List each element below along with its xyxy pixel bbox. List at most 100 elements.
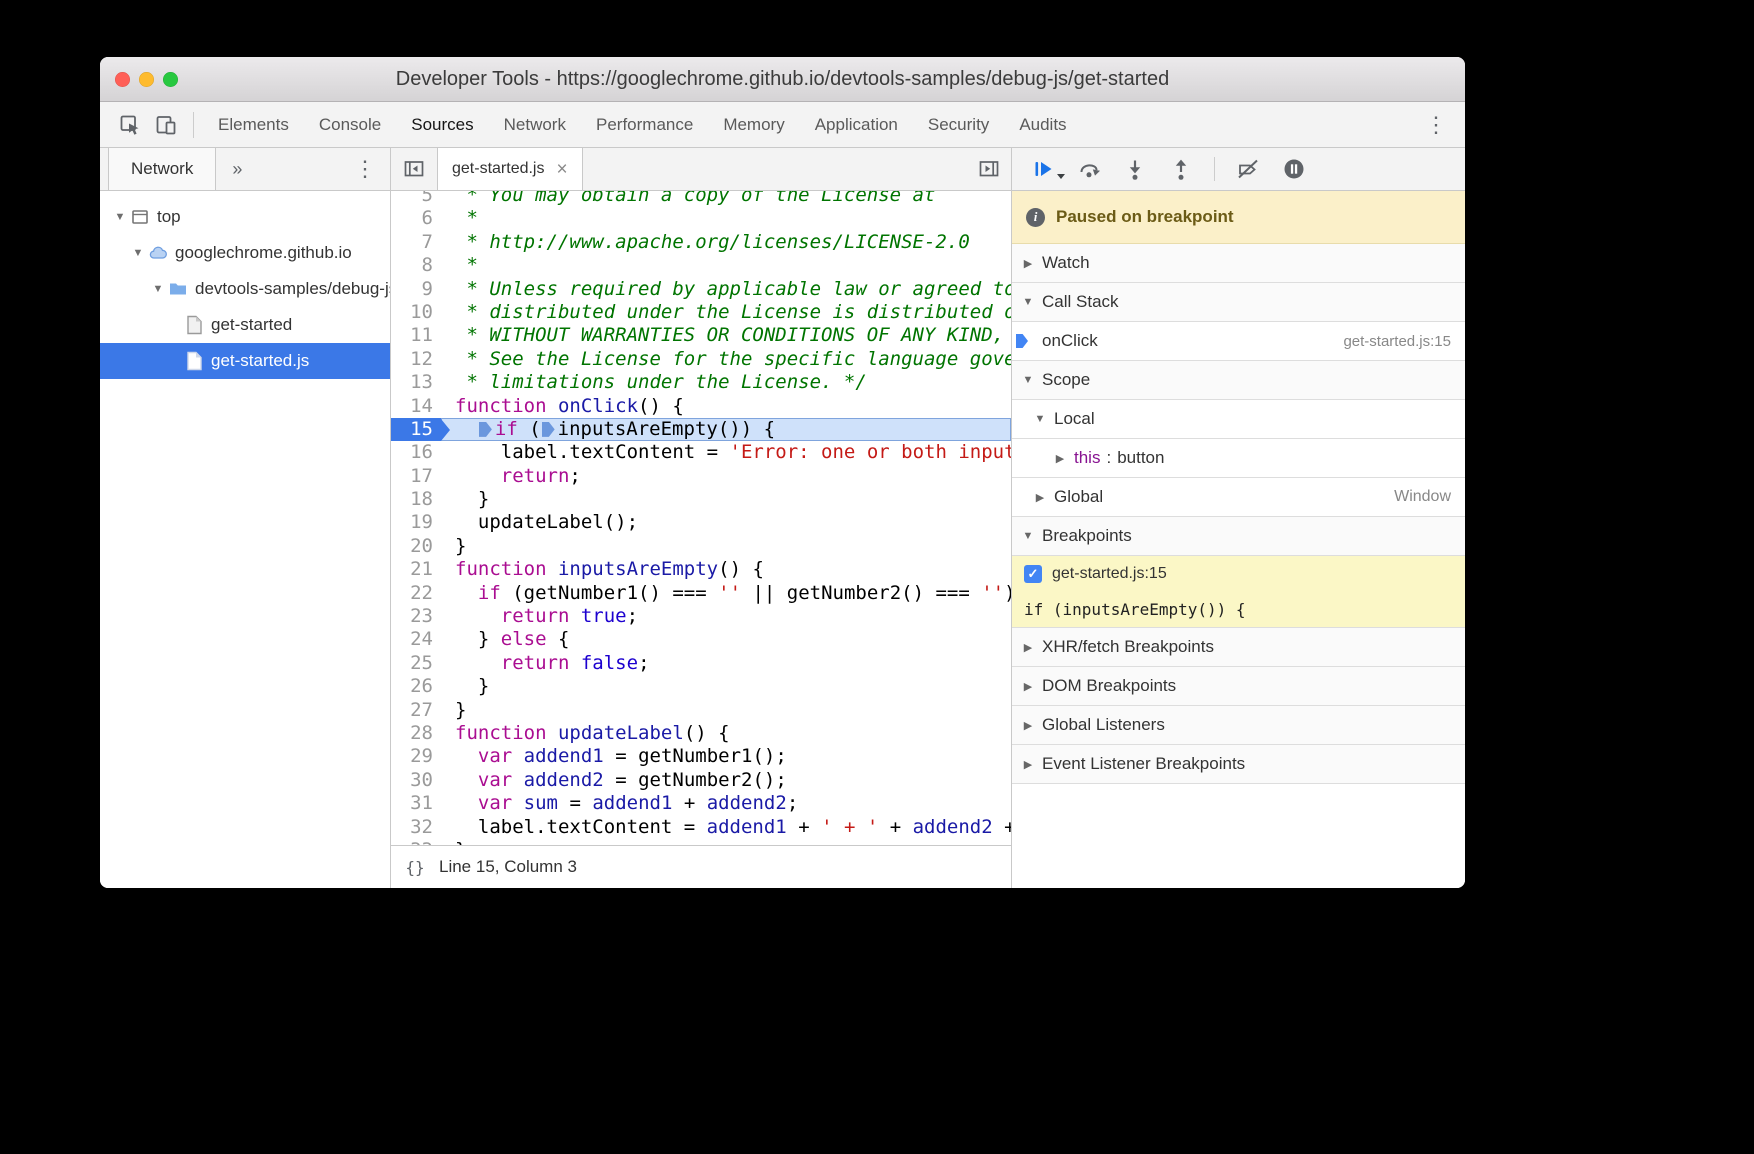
- expand-arrow-icon[interactable]: ▼: [150, 283, 166, 295]
- expand-arrow-icon[interactable]: ▼: [112, 211, 128, 223]
- line-number[interactable]: 25: [391, 652, 441, 675]
- code-line[interactable]: var addend2 = getNumber2();: [441, 769, 1011, 792]
- code-line[interactable]: label.textContent = addend1 + ' + ' + ad…: [441, 816, 1011, 839]
- toggle-navigator-icon[interactable]: [391, 157, 437, 181]
- line-number[interactable]: 30: [391, 769, 441, 792]
- line-number[interactable]: 19: [391, 511, 441, 534]
- expand-arrow-icon[interactable]: ▼: [130, 247, 146, 259]
- line-number[interactable]: 13: [391, 371, 441, 394]
- code-line[interactable]: if (getNumber1() === '' || getNumber2() …: [441, 582, 1011, 605]
- close-window-button[interactable]: [115, 72, 130, 87]
- line-number[interactable]: 20: [391, 535, 441, 558]
- line-number[interactable]: 29: [391, 745, 441, 768]
- line-number[interactable]: 15: [391, 418, 441, 441]
- code-line[interactable]: * Unless required by applicable law or a…: [441, 278, 1011, 301]
- tree-item-domain[interactable]: ▼ googlechrome.github.io: [100, 235, 390, 271]
- line-number[interactable]: 5: [391, 191, 441, 207]
- line-number[interactable]: 17: [391, 465, 441, 488]
- code-line[interactable]: function updateLabel() {: [441, 722, 1011, 745]
- line-number[interactable]: 12: [391, 348, 441, 371]
- section-call-stack[interactable]: ▼ Call Stack: [1012, 283, 1465, 322]
- code-line[interactable]: return true;: [441, 605, 1011, 628]
- code-line[interactable]: updateLabel();: [441, 511, 1011, 534]
- section-watch[interactable]: ▶ Watch: [1012, 244, 1465, 283]
- code-line[interactable]: label.textContent = 'Error: one or both …: [441, 441, 1011, 464]
- code-line[interactable]: return false;: [441, 652, 1011, 675]
- line-number[interactable]: 27: [391, 699, 441, 722]
- deactivate-breakpoints-button[interactable]: [1235, 156, 1261, 182]
- navigator-more-icon[interactable]: ⋮: [348, 158, 382, 180]
- code-line[interactable]: *: [441, 254, 1011, 277]
- code-line[interactable]: function onClick() {: [441, 395, 1011, 418]
- code-line[interactable]: *: [441, 207, 1011, 230]
- line-number[interactable]: 9: [391, 278, 441, 301]
- tab-elements[interactable]: Elements: [203, 102, 304, 147]
- line-number[interactable]: 23: [391, 605, 441, 628]
- code-line[interactable]: var addend1 = getNumber1();: [441, 745, 1011, 768]
- section-scope[interactable]: ▼ Scope: [1012, 361, 1465, 400]
- section-global-listeners[interactable]: ▶ Global Listeners: [1012, 706, 1465, 745]
- line-number[interactable]: 21: [391, 558, 441, 581]
- step-into-button[interactable]: [1122, 156, 1148, 182]
- line-number[interactable]: 11: [391, 324, 441, 347]
- section-event-listener-breakpoints[interactable]: ▶ Event Listener Breakpoints: [1012, 745, 1465, 784]
- code-line[interactable]: * You may obtain a copy of the License a…: [441, 191, 1011, 207]
- code-line[interactable]: }: [441, 535, 1011, 558]
- line-number[interactable]: 18: [391, 488, 441, 511]
- tab-audits[interactable]: Audits: [1004, 102, 1081, 147]
- tab-console[interactable]: Console: [304, 102, 396, 147]
- code-line[interactable]: function inputsAreEmpty() {: [441, 558, 1011, 581]
- tab-network[interactable]: Network: [489, 102, 581, 147]
- code-line[interactable]: return;: [441, 465, 1011, 488]
- line-number[interactable]: 8: [391, 254, 441, 277]
- tree-item-folder[interactable]: ▼ devtools-samples/debug-js: [100, 271, 390, 307]
- code-line[interactable]: }: [441, 675, 1011, 698]
- device-toolbar-icon[interactable]: [148, 107, 184, 143]
- tree-item-get-started[interactable]: get-started: [100, 307, 390, 343]
- scope-prop-this[interactable]: ▶ this: button: [1012, 439, 1465, 478]
- line-number[interactable]: 28: [391, 722, 441, 745]
- code-line[interactable]: * See the License for the specific langu…: [441, 348, 1011, 371]
- tab-memory[interactable]: Memory: [708, 102, 799, 147]
- code-line[interactable]: * http://www.apache.org/licenses/LICENSE…: [441, 231, 1011, 254]
- line-number[interactable]: 14: [391, 395, 441, 418]
- line-number[interactable]: 22: [391, 582, 441, 605]
- code-line[interactable]: if (inputsAreEmpty()) {: [441, 418, 1011, 441]
- scope-global[interactable]: ▶ Global Window: [1012, 478, 1465, 517]
- pause-on-exceptions-button[interactable]: [1281, 156, 1307, 182]
- tab-security[interactable]: Security: [913, 102, 1004, 147]
- breakpoint-code[interactable]: if (inputsAreEmpty()) {: [1012, 592, 1465, 627]
- resume-button[interactable]: [1030, 156, 1056, 182]
- code-editor[interactable]: 5 * You may obtain a copy of the License…: [391, 191, 1011, 845]
- inspect-element-icon[interactable]: [112, 107, 148, 143]
- tree-item-get-started-js[interactable]: get-started.js: [100, 343, 390, 379]
- zoom-window-button[interactable]: [163, 72, 178, 87]
- network-subtab[interactable]: Network: [108, 148, 216, 190]
- section-dom-breakpoints[interactable]: ▶ DOM Breakpoints: [1012, 667, 1465, 706]
- call-stack-frame[interactable]: onClick get-started.js:15: [1012, 322, 1465, 361]
- file-tab-get-started-js[interactable]: get-started.js ×: [437, 148, 583, 190]
- section-breakpoints[interactable]: ▼ Breakpoints: [1012, 517, 1465, 556]
- line-number[interactable]: 31: [391, 792, 441, 815]
- overflow-tabs-icon[interactable]: »: [232, 159, 242, 180]
- breakpoint-checkbox[interactable]: ✓: [1024, 565, 1042, 583]
- toggle-debugger-sidebar-icon[interactable]: [977, 157, 1001, 181]
- tree-item-top[interactable]: ▼ top: [100, 199, 390, 235]
- code-line[interactable]: * limitations under the License. */: [441, 371, 1011, 394]
- minimize-window-button[interactable]: [139, 72, 154, 87]
- breakpoint-entry[interactable]: ✓ get-started.js:15 if (inputsAreEmpty()…: [1012, 556, 1465, 628]
- section-xhr-breakpoints[interactable]: ▶ XHR/fetch Breakpoints: [1012, 628, 1465, 667]
- pretty-print-button[interactable]: {}: [391, 858, 439, 877]
- line-number[interactable]: 10: [391, 301, 441, 324]
- line-number[interactable]: 24: [391, 628, 441, 651]
- tab-application[interactable]: Application: [800, 102, 913, 147]
- line-number[interactable]: 26: [391, 675, 441, 698]
- line-number[interactable]: 7: [391, 231, 441, 254]
- close-tab-icon[interactable]: ×: [556, 160, 567, 179]
- line-number[interactable]: 32: [391, 816, 441, 839]
- step-out-button[interactable]: [1168, 156, 1194, 182]
- more-options-icon[interactable]: ⋮: [1419, 114, 1453, 136]
- step-over-button[interactable]: [1076, 156, 1102, 182]
- tab-performance[interactable]: Performance: [581, 102, 708, 147]
- code-line[interactable]: } else {: [441, 628, 1011, 651]
